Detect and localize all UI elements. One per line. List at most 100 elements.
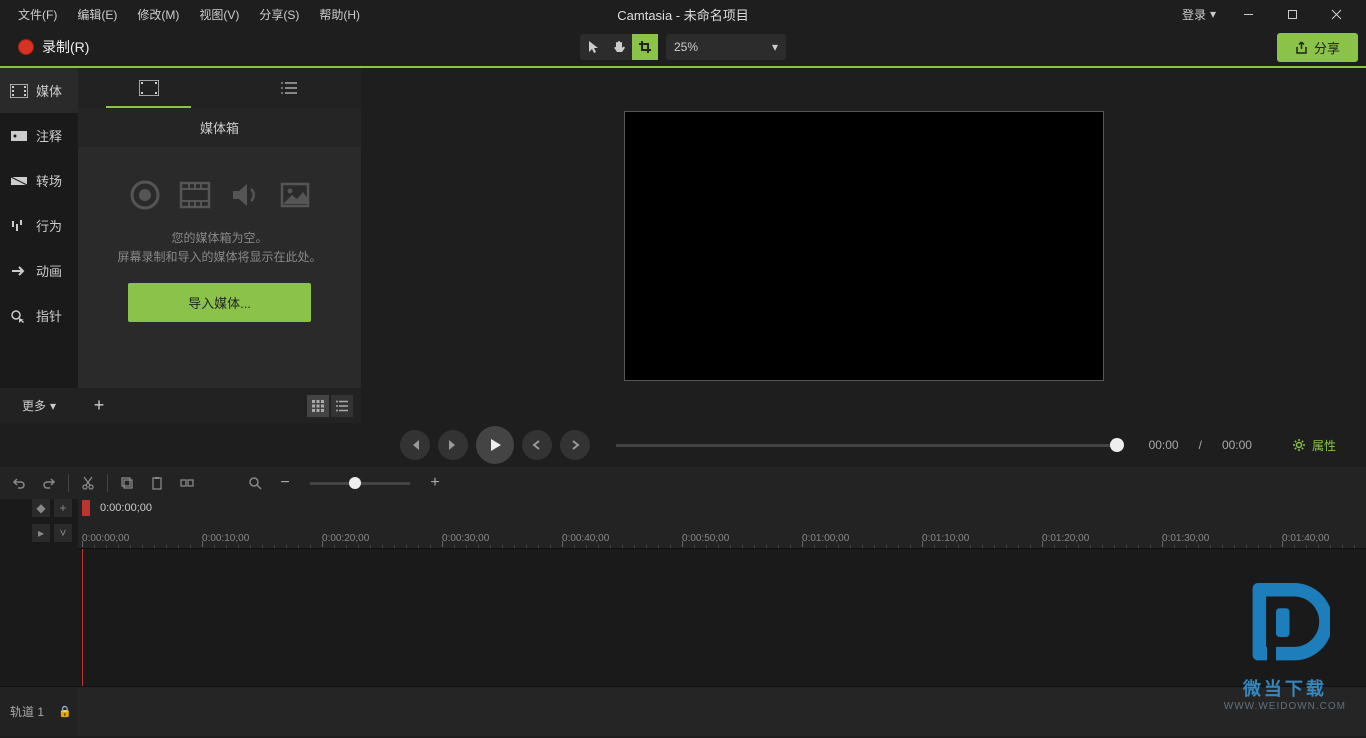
time-current: 00:00 [1149,438,1179,452]
window-close-button[interactable] [1314,0,1358,28]
ruler-tick: 0:00:40;00 [562,533,609,544]
ruler-tick: 0:01:40;00 [1282,533,1329,544]
quiz-toggle-button[interactable]: ▸ [32,524,50,542]
sidenav-behavior[interactable]: 行为 [0,203,78,248]
menu-edit[interactable]: 编辑(E) [67,2,127,27]
zoom-slider-handle[interactable] [349,477,361,489]
media-panel-title: 媒体箱 [78,108,361,147]
record-button[interactable]: 录制(R) [8,33,99,61]
menu-modify[interactable]: 修改(M) [127,2,189,27]
zoom-fit-button[interactable] [244,472,266,494]
window-minimize-button[interactable] [1226,0,1270,28]
pointer-tool[interactable] [580,34,606,60]
window-maximize-button[interactable] [1270,0,1314,28]
app-title: Camtasia - 未命名项目 [617,5,748,24]
sidenav-transition[interactable]: 转场 [0,158,78,203]
ruler-tick: 0:00:50;00 [682,533,729,544]
split-button[interactable] [176,472,198,494]
ruler-tick: 0:01:10;00 [922,533,969,544]
zoom-select[interactable]: 25% ▾ [666,34,786,60]
share-icon [1295,41,1308,54]
sidenav-animation[interactable]: 动画 [0,248,78,293]
media-empty-state: 您的媒体箱为空。 屏幕录制和导入的媒体将显示在此处。 导入媒体... [78,147,361,388]
ruler-tick: 0:01:00;00 [802,533,849,544]
timeline-zoom-slider[interactable] [310,482,410,485]
zoom-out-button[interactable]: − [274,472,296,494]
filmstrip-icon [139,80,159,96]
list-view-button[interactable] [331,395,353,417]
watermark-logo-icon [1240,583,1330,673]
timeline-tracks-area[interactable]: 微当下载 WWW.WEIDOWN.COM [78,549,1366,736]
media-icon [10,84,28,98]
media-tab-library[interactable] [220,68,362,108]
sidenav-cursor[interactable]: 指针 [0,293,78,338]
share-button[interactable]: 分享 [1277,33,1358,62]
media-panel: 媒体箱 您的媒体箱为空。 屏幕录制和导入的媒体将显示在此处。 导入媒体... + [78,68,361,423]
transition-icon [10,174,28,188]
filmstrip-icon [179,179,211,211]
ruler-tick: 0:00:00;00 [82,533,129,544]
menu-bar: 文件(F) 编辑(E) 修改(M) 视图(V) 分享(S) 帮助(H) Camt… [0,0,1366,28]
ruler-tick: 0:01:20;00 [1042,533,1089,544]
next-frame-button[interactable] [438,430,468,460]
ruler-tick: 0:00:10;00 [202,533,249,544]
menu-share[interactable]: 分享(S) [249,2,309,27]
collapse-tracks-button[interactable]: ˅ [54,524,72,542]
timeline-toolbar: − + [0,467,1366,499]
zoom-in-button[interactable]: + [424,472,446,494]
menu-help[interactable]: 帮助(H) [309,2,370,27]
share-label: 分享 [1314,38,1340,57]
play-button[interactable] [476,426,514,464]
login-button[interactable]: 登录 ▾ [1172,2,1226,27]
crop-tool[interactable] [632,34,658,60]
copy-button[interactable] [116,472,138,494]
behavior-icon [10,219,28,233]
add-media-button[interactable]: + [86,393,112,419]
annotation-icon [10,129,28,143]
playhead-marker[interactable] [82,500,90,516]
properties-button[interactable]: 属性 [1278,432,1350,459]
animation-icon [10,264,28,278]
side-nav: 媒体 注释 转场 行为 动画 指针 更多 ▾ [0,68,78,423]
empty-text-1: 您的媒体箱为空。 [171,229,267,248]
sidenav-media[interactable]: 媒体 [0,68,78,113]
watermark: 微当下载 WWW.WEIDOWN.COM [1224,583,1346,712]
step-forward-button[interactable] [560,430,590,460]
playback-bar: 00:00 / 00:00 属性 [0,423,1366,467]
undo-button[interactable] [8,472,30,494]
list-icon [281,81,299,95]
add-track-button[interactable]: + [54,499,72,517]
timeline-ruler[interactable]: 0:00:00;000:00:10;000:00:20;000:00:30;00… [78,517,1366,549]
scrubber-handle[interactable] [1110,438,1124,452]
ruler-tick: 0:01:30;00 [1162,533,1209,544]
lock-icon[interactable]: 🔒 [58,705,72,718]
hand-tool[interactable] [606,34,632,60]
timeline: ◆ + 0:00:00;00 ▸ ˅ 0:00:00;00 0:00:10;00 0… [0,499,1366,736]
menu-view[interactable]: 视图(V) [189,2,249,27]
import-media-button[interactable]: 导入媒体... [128,283,311,322]
playback-scrubber[interactable] [616,444,1117,447]
paste-button[interactable] [146,472,168,494]
timeline-current-time: 0:00:00;00 [78,499,1366,517]
redo-button[interactable] [38,472,60,494]
chevron-down-icon: ▾ [50,399,56,413]
gear-icon [1292,438,1306,452]
record-label: 录制(R) [42,37,89,57]
track-1-header[interactable]: 轨道 1 🔒 [0,686,78,736]
prev-frame-button[interactable] [400,430,430,460]
sidenav-more[interactable]: 更多 ▾ [0,388,78,423]
media-tab-bin[interactable] [78,68,220,108]
ruler-tick: 0:00:30;00 [442,533,489,544]
time-total: 00:00 [1222,438,1252,452]
preview-canvas[interactable] [624,111,1104,381]
toolbar: 录制(R) 25% ▾ 分享 [0,28,1366,68]
grid-view-button[interactable] [307,395,329,417]
sidenav-annotation[interactable]: 注释 [0,113,78,158]
menu-file[interactable]: 文件(F) [8,2,67,27]
step-back-button[interactable] [522,430,552,460]
marker-toggle-button[interactable]: ◆ [32,499,50,517]
chevron-down-icon: ▾ [772,40,778,54]
cut-button[interactable] [77,472,99,494]
canvas-area [361,68,1366,423]
track-1-lane[interactable] [78,686,1366,736]
